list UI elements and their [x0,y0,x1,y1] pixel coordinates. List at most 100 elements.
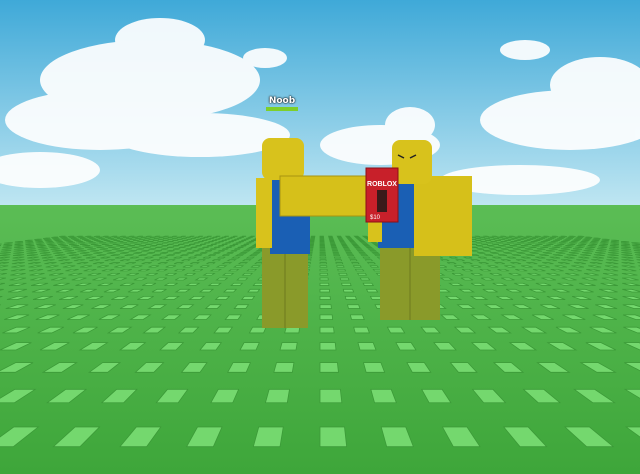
baseplate-tile [345,252,353,254]
baseplate-tile [79,243,88,245]
baseplate-tile [160,248,169,250]
baseplate-tile [346,304,361,309]
baseplate-tile [364,259,374,262]
baseplate-tile [226,259,237,262]
baseplate-tile [587,245,597,247]
baseplate-tile [237,262,249,265]
baseplate-tile [342,246,349,249]
baseplate-tile [238,252,248,254]
baseplate-tile [217,250,225,252]
baseplate-tile [528,246,537,249]
baseplate-tile [319,246,326,249]
baseplate-tile [213,246,221,249]
baseplate-tile [319,262,327,265]
baseplate-tile [502,243,510,245]
baseplate-tile [621,245,631,247]
baseplate-tile [99,248,109,250]
baseplate-tile [36,243,45,245]
baseplate-tile [319,295,331,300]
baseplate-tile [357,342,377,351]
baseplate-tile [506,242,514,244]
baseplate-tile [166,246,175,249]
baseplate-tile [490,252,499,254]
baseplate-tile [351,262,360,265]
baseplate-tile [319,326,335,334]
baseplate-tile [319,252,326,254]
baseplate-tile [156,243,164,245]
baseplate-tile [199,252,208,254]
baseplate-tile [88,242,96,244]
baseplate-tile [227,268,240,272]
baseplate-tile [357,272,368,276]
baseplate-tile [349,259,358,262]
baseplate-tile [358,252,367,254]
baseplate-tile [111,248,121,250]
baseplate-tile [221,248,229,250]
baseplate-tile [82,245,91,247]
baseplate-tile [221,243,228,245]
baseplate-tile [363,245,371,247]
baseplate-tile [179,250,188,252]
baseplate-tile [183,242,190,244]
baseplate-tile [449,256,458,259]
baseplate-tile [621,243,630,245]
baseplate-tile [366,262,377,265]
baseplate-tile [319,268,328,272]
baseplate-tile [563,246,572,249]
baseplate-tile [332,250,339,252]
baseplate-tile [588,243,598,245]
baseplate-tile [49,246,59,249]
baseplate-tile [172,245,180,247]
baseplate-tile [463,256,473,259]
baseplate-tile [4,242,13,244]
baseplate-tile [609,246,619,249]
game-viewport[interactable]: ROBLOX $10 [0,0,640,474]
baseplate-tile [354,268,365,272]
baseplate-tile [576,245,585,247]
baseplate-tile [343,248,351,250]
baseplate-tile [162,242,169,244]
baseplate-tile [536,248,546,250]
baseplate-tile [109,242,117,244]
baseplate-tile [586,246,596,249]
baseplate-tile [1,248,12,250]
baseplate-tile [351,243,359,245]
baseplate-tile [241,259,252,262]
baseplate-tile [339,277,350,281]
baseplate-tile [14,243,24,245]
baseplate-tile [369,265,380,268]
baseplate-tile [202,246,209,249]
baseplate-tile [350,242,357,244]
baseplate-tile [481,243,489,245]
baseplate-tile [488,248,497,250]
baseplate-tile [146,252,156,254]
baseplate-tile [486,242,493,244]
baseplate-tile [206,262,216,265]
baseplate-tile [67,242,76,244]
baseplate-tile [367,248,375,250]
baseplate-tile [167,243,174,245]
baseplate-tile [335,262,344,265]
baseplate-tile [208,254,217,256]
baseplate-tile [331,246,338,249]
player-name: Noob [268,96,296,106]
baseplate-tile [572,248,583,250]
baseplate-tile [556,243,565,245]
baseplate-tile [558,242,567,244]
baseplate-tile [273,362,295,373]
baseplate-tile [332,252,340,254]
baseplate-tile [279,342,298,351]
baseplate-tile [25,245,35,247]
baseplate-tile [197,248,205,250]
roblox-gift-card: ROBLOX $10 [365,167,399,223]
baseplate-tile [247,288,261,293]
baseplate-tile [161,245,169,247]
baseplate-tile [319,256,327,259]
baseplate-tile [206,245,214,247]
baseplate-tile [14,245,24,247]
baseplate-tile [190,246,198,249]
baseplate-tile [230,256,241,259]
baseplate-tile [609,245,619,247]
baseplate-tile [127,245,135,247]
baseplate-tile [241,272,254,276]
